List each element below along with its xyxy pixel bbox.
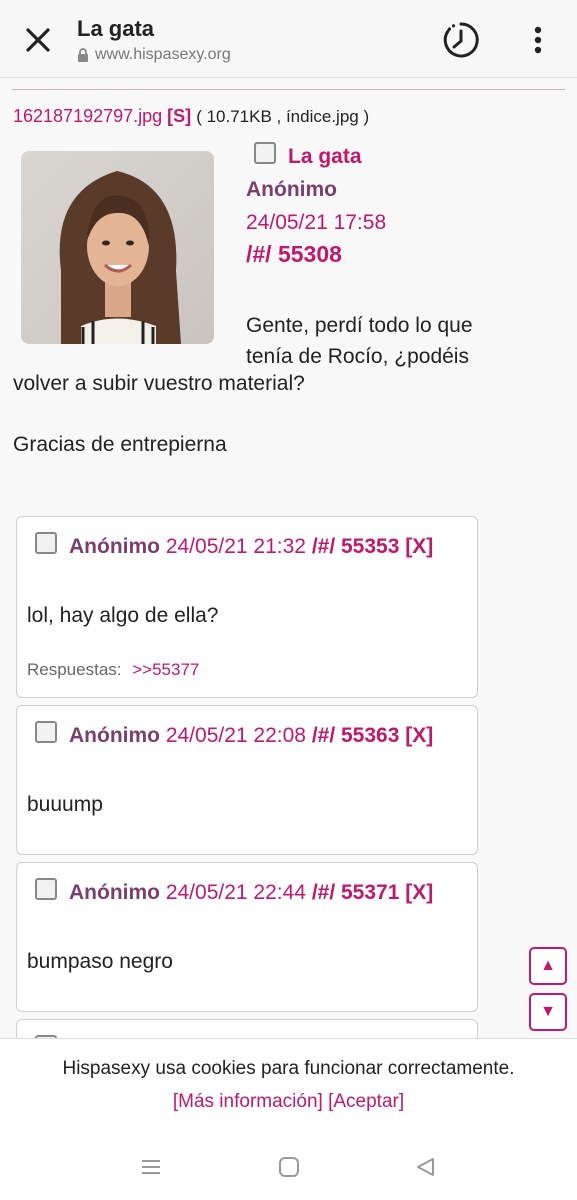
op-date: 24/05/21 17:58 xyxy=(246,211,387,234)
reply-header: Anónimo 24/05/21 22:08 /#/ 55363 [X] xyxy=(69,724,433,748)
recent-apps-icon[interactable] xyxy=(140,1156,162,1178)
reply-post-number[interactable]: /#/ 55371 xyxy=(312,881,400,904)
reply-post xyxy=(16,1019,478,1038)
op-select-checkbox[interactable] xyxy=(254,142,276,164)
thread-content: 162187192797.jpg [S] ( 10.71KB , índice.… xyxy=(0,78,577,1038)
op-body-line: volver a subir vuestro material? xyxy=(13,372,305,395)
url-display[interactable]: www.hispasexy.org xyxy=(77,46,231,64)
reply-header: Anónimo 24/05/21 21:32 /#/ 55353 [X] xyxy=(69,535,433,559)
search-link[interactable]: [S] xyxy=(167,106,191,126)
file-meta: ( 10.71KB , índice.jpg ) xyxy=(196,107,370,126)
reply-date: 24/05/21 21:32 xyxy=(165,535,306,558)
history-icon[interactable] xyxy=(440,19,482,61)
reply-author-name: Anónimo xyxy=(69,535,160,558)
op-body-line: Gracias de entrepierna xyxy=(13,433,227,456)
reply-author-name: Anónimo xyxy=(69,724,160,747)
file-info: 162187192797.jpg [S] ( 10.71KB , índice.… xyxy=(13,106,369,127)
op-body-text: Gente, perdí todo lo que tenía de Rocío,… xyxy=(246,310,473,372)
reply-post-number[interactable]: /#/ 55363 xyxy=(312,724,400,747)
reply-text: bumpaso negro xyxy=(27,950,173,973)
cookie-banner: Hispasexy usa cookies para funcionar cor… xyxy=(0,1038,577,1138)
back-icon[interactable] xyxy=(414,1156,436,1178)
reply-select-checkbox[interactable] xyxy=(35,532,57,554)
url-text: www.hispasexy.org xyxy=(95,46,231,63)
reply-delete-link[interactable]: [X] xyxy=(405,535,433,558)
divider xyxy=(12,89,565,90)
reply-responses: Respuestas: >>55377 xyxy=(27,660,199,680)
reply-delete-link[interactable]: [X] xyxy=(405,881,433,904)
close-icon[interactable] xyxy=(20,22,56,58)
home-icon[interactable] xyxy=(278,1156,300,1178)
scroll-down-button[interactable]: ▼ xyxy=(529,993,567,1031)
reply-header: Anónimo 24/05/21 22:44 /#/ 55371 [X] xyxy=(69,881,433,905)
reply-text: lol, hay algo de ella? xyxy=(27,604,219,627)
reply-post-number[interactable]: /#/ 55353 xyxy=(312,535,400,558)
system-navigation-bar xyxy=(0,1138,577,1200)
response-link[interactable]: >>55377 xyxy=(132,660,199,679)
reply-date: 24/05/21 22:44 xyxy=(165,881,306,904)
cookie-actions: [Más información] [Aceptar] xyxy=(0,1091,577,1113)
reply-select-checkbox[interactable] xyxy=(35,721,57,743)
op-subject: La gata xyxy=(288,145,362,168)
reply-post: Anónimo 24/05/21 22:08 /#/ 55363 [X] buu… xyxy=(16,705,478,855)
responses-label: Respuestas: xyxy=(27,660,122,679)
op-body-line: tenía de Rocío, ¿podéis xyxy=(246,345,469,368)
reply-delete-link[interactable]: [X] xyxy=(405,724,433,747)
accept-cookies-link[interactable]: [Aceptar] xyxy=(328,1091,404,1112)
op-author-name: Anónimo xyxy=(246,178,337,201)
reply-post: Anónimo 24/05/21 21:32 /#/ 55353 [X] lol… xyxy=(16,516,478,698)
post-image-thumbnail[interactable] xyxy=(21,151,214,344)
reply-select-checkbox[interactable] xyxy=(35,878,57,900)
reply-text: buuump xyxy=(27,793,103,816)
file-link[interactable]: 162187192797.jpg xyxy=(13,106,162,126)
cookie-message: Hispasexy usa cookies para funcionar cor… xyxy=(62,1058,515,1079)
reply-post: Anónimo 24/05/21 22:44 /#/ 55371 [X] bum… xyxy=(16,862,478,1012)
scroll-up-button[interactable]: ▲ xyxy=(529,947,567,985)
lock-icon xyxy=(78,48,88,62)
more-info-link[interactable]: [Más información] xyxy=(173,1091,323,1112)
reply-author-name: Anónimo xyxy=(69,881,160,904)
more-options-icon[interactable] xyxy=(524,22,552,58)
reply-date: 24/05/21 22:08 xyxy=(165,724,306,747)
op-body-line: Gente, perdí todo lo que xyxy=(246,314,473,337)
browser-toolbar: La gata www.hispasexy.org xyxy=(0,0,577,78)
op-post-number[interactable]: /#/ 55308 xyxy=(246,241,342,268)
page-title: La gata xyxy=(77,16,155,41)
